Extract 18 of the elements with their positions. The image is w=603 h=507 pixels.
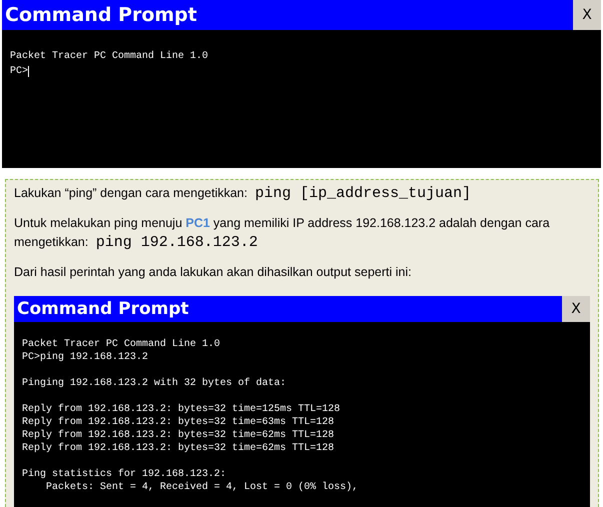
window-title: Command Prompt	[4, 3, 198, 28]
terminal-line: PC>	[10, 65, 28, 79]
terminal-line: Packet Tracer PC Command Line 1.0	[22, 338, 220, 351]
close-button[interactable]: X	[562, 296, 590, 322]
terminal-line: Reply from 192.168.123.2: bytes=32 time=63ms TTL=128	[22, 416, 334, 429]
terminal-line: Reply from 192.168.123.2: bytes=32 time=125ms TTL=128	[22, 403, 340, 416]
instruction-text: Untuk melakukan ping menuju PC1 yang memiliki IP address 192.168.123.2 adalah dengan cara mengetikkan: ping 192.168.123.2	[14, 215, 551, 252]
window-title: Command Prompt	[16, 298, 190, 321]
instruction-text: Dari hasil perintah yang anda lakukan akan dihasilkan output seperti ini:	[14, 264, 412, 281]
instruction-text: Lakukan “ping” dengan cara mengetikkan: ping [ip_address_tujuan]	[14, 184, 472, 203]
terminal-line: Packets: Sent = 4, Received = 4, Lost = 0 (0% loss),	[45, 481, 358, 494]
terminal-line: PC>ping 192.168.123.2	[22, 351, 148, 364]
terminal-line: Pinging 192.168.123.2 with 32 bytes of data:	[22, 377, 286, 390]
terminal-line: Ping statistics for 192.168.123.2:	[22, 468, 226, 481]
terminal-line: Reply from 192.168.123.2: bytes=32 time=62ms TTL=128	[22, 429, 334, 442]
close-button[interactable]: X	[573, 0, 601, 30]
terminal-line: Packet Tracer PC Command Line 1.0	[10, 50, 208, 64]
terminal-line: Reply from 192.168.123.2: bytes=32 time=62ms TTL=128	[22, 442, 334, 455]
